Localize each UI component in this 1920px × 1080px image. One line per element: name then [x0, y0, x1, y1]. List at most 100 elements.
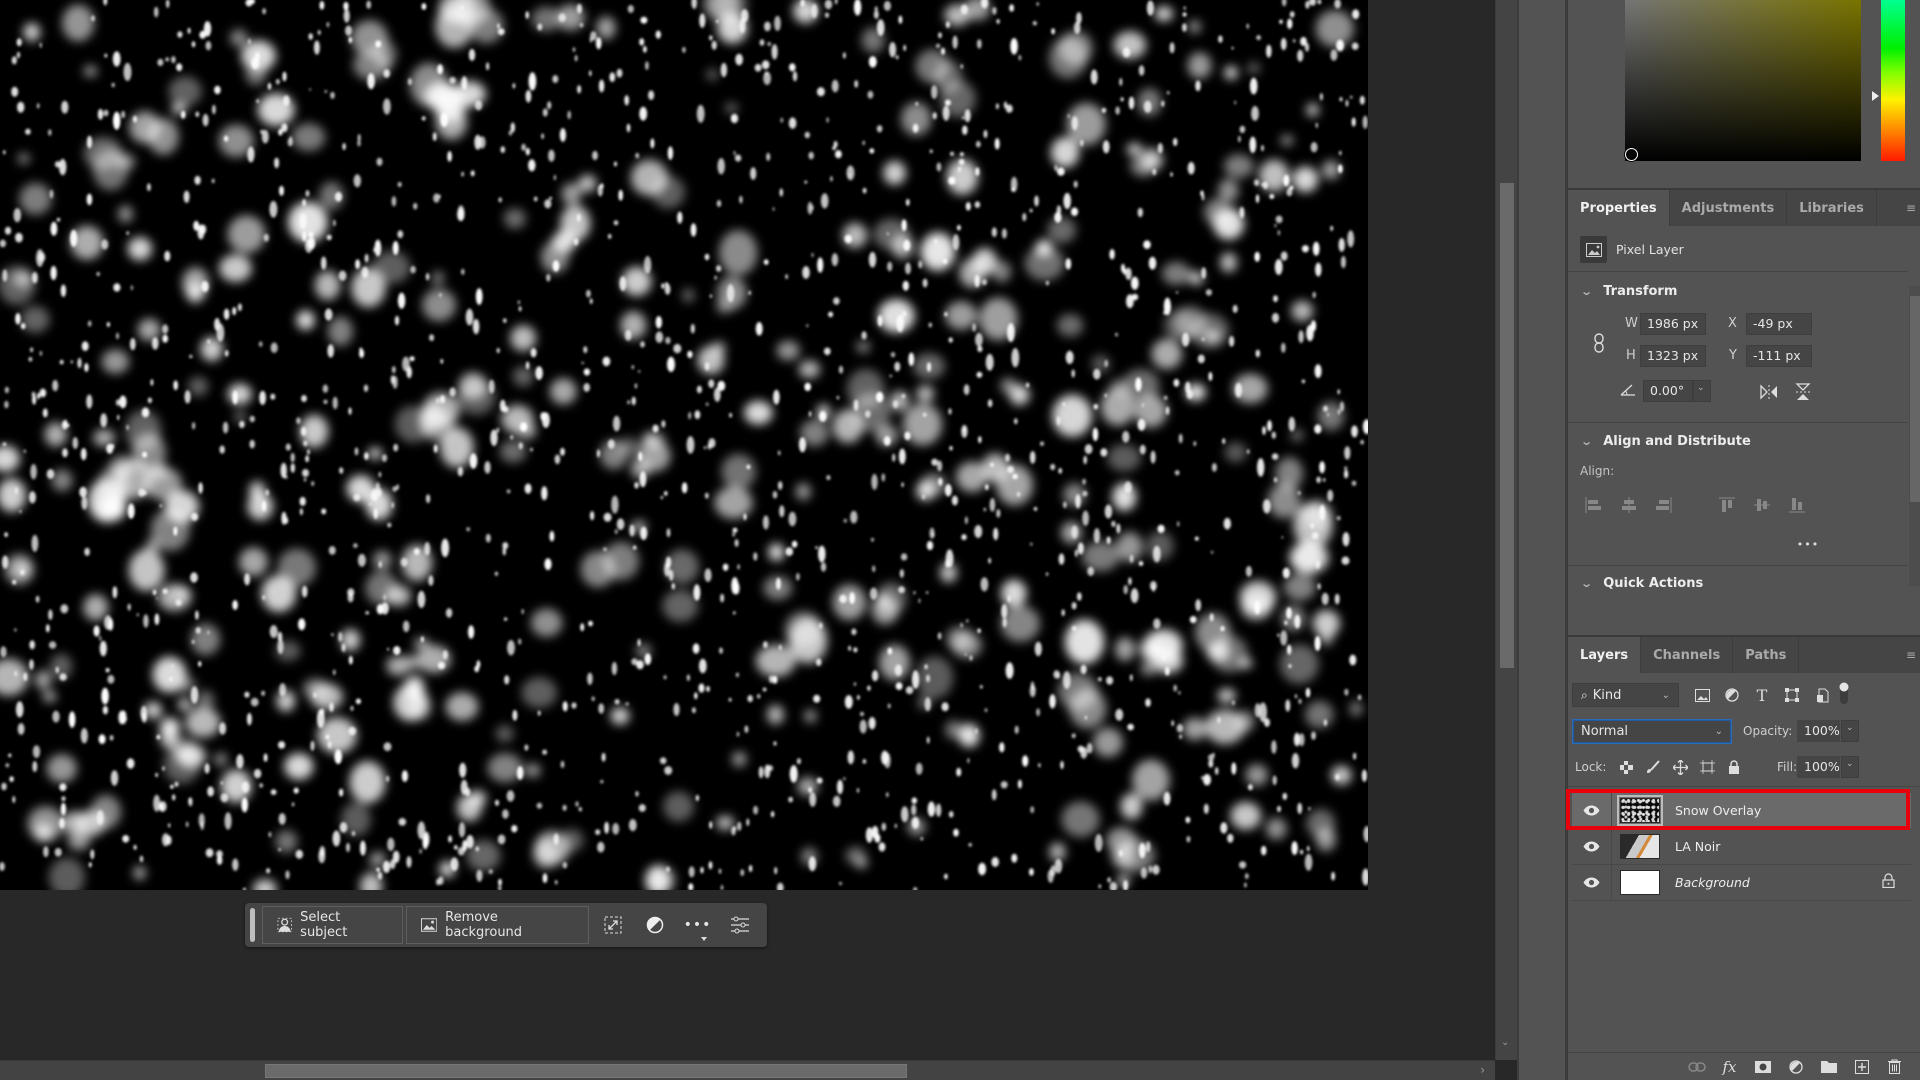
properties-scroll-thumb[interactable] — [1910, 296, 1920, 502]
tab-channels[interactable]: Channels — [1641, 637, 1734, 673]
lock-transparent-pixels-button[interactable] — [1616, 757, 1636, 777]
select-subject-button[interactable]: Select subject — [261, 906, 403, 944]
layer-style-button[interactable]: fx — [1713, 1055, 1746, 1079]
hue-slider-handle[interactable] — [1872, 91, 1879, 101]
snowflake — [162, 833, 170, 847]
snowflake-blurred — [20, 306, 50, 333]
vertical-scroll-thumb[interactable] — [1500, 183, 1514, 668]
snowflake — [1189, 616, 1197, 624]
lock-artboard-button[interactable] — [1697, 757, 1717, 777]
quick-actions-section-header[interactable]: ⌄ Quick Actions — [1580, 576, 1703, 591]
snowflake — [533, 164, 536, 168]
snowflake — [1102, 140, 1110, 154]
layer-filter-kind-dropdown[interactable]: ⌕ Kind ⌄ — [1572, 683, 1679, 707]
tab-libraries[interactable]: Libraries — [1787, 190, 1877, 226]
document-canvas[interactable] — [0, 0, 1368, 890]
snowflake — [497, 834, 506, 845]
properties-scrollbar[interactable] — [1909, 286, 1920, 586]
fill-slider-chevron-icon[interactable]: ⌄ — [1841, 756, 1859, 778]
snowflake — [1045, 280, 1049, 286]
width-field[interactable]: 1986 px — [1640, 313, 1706, 335]
add-mask-button[interactable] — [1746, 1055, 1779, 1079]
snowflake — [696, 104, 705, 123]
align-section-header[interactable]: ⌄ Align and Distribute — [1580, 434, 1751, 449]
align-vertical-centers-button[interactable] — [1751, 494, 1773, 516]
angle-icon — [1620, 384, 1636, 400]
snowflake-blurred — [230, 29, 248, 47]
filter-smart-objects-button[interactable] — [1811, 685, 1833, 705]
layer-name[interactable]: Snow Overlay — [1675, 803, 1761, 818]
task-bar-drag-handle[interactable] — [250, 908, 255, 942]
new-adjustment-layer-button[interactable] — [1779, 1055, 1812, 1079]
snowflake — [162, 334, 168, 343]
tab-properties[interactable]: Properties — [1568, 190, 1670, 226]
layer-name[interactable]: Background — [1675, 875, 1750, 890]
flip-vertical-button[interactable] — [1792, 381, 1814, 403]
layer-row[interactable]: LA Noir — [1572, 829, 1911, 865]
delete-layer-button[interactable] — [1878, 1055, 1911, 1079]
snowflake — [1249, 136, 1257, 153]
align-top-edges-button[interactable] — [1716, 494, 1738, 516]
snowflake — [488, 379, 495, 394]
align-horizontal-centers-button[interactable] — [1618, 494, 1640, 516]
adjustment-button[interactable] — [634, 906, 676, 944]
fill-field[interactable]: 100% — [1797, 756, 1840, 778]
layer-name[interactable]: LA Noir — [1675, 839, 1720, 854]
horizontal-scroll-thumb[interactable] — [265, 1064, 907, 1078]
tab-adjustments[interactable]: Adjustments — [1670, 190, 1788, 226]
hue-slider[interactable] — [1881, 0, 1905, 161]
opacity-slider-chevron-icon[interactable]: ⌄ — [1841, 720, 1859, 742]
link-layers-button[interactable] — [1680, 1055, 1713, 1079]
panel-menu-icon[interactable]: ≡ — [1901, 190, 1920, 226]
new-layer-button[interactable] — [1845, 1055, 1878, 1079]
filter-type-layers-icon[interactable]: T — [1751, 685, 1773, 705]
tab-layers[interactable]: Layers — [1568, 637, 1642, 673]
horizontal-scrollbar[interactable]: › — [0, 1060, 1495, 1080]
visibility-toggle[interactable] — [1572, 829, 1612, 864]
transform-section-header[interactable]: ⌄ Transform — [1580, 284, 1677, 299]
lock-image-pixels-button[interactable] — [1643, 757, 1663, 777]
blend-mode-dropdown[interactable]: Normal ⌄ — [1572, 719, 1732, 744]
visibility-toggle[interactable] — [1572, 865, 1612, 900]
align-bottom-edges-button[interactable] — [1786, 494, 1808, 516]
remove-background-button[interactable]: Remove background — [405, 906, 589, 944]
snowflake — [901, 393, 906, 399]
snowflake — [991, 789, 997, 801]
new-group-button[interactable] — [1812, 1055, 1845, 1079]
panel-menu-icon[interactable]: ≡ — [1901, 637, 1920, 673]
filter-pixel-layers-button[interactable] — [1691, 685, 1713, 705]
lock-icon[interactable] — [1882, 873, 1895, 892]
color-picker-marker[interactable] — [1625, 148, 1638, 161]
visibility-toggle[interactable] — [1572, 793, 1612, 828]
layer-row[interactable]: Snow Overlay — [1572, 793, 1911, 829]
rotation-angle-field[interactable]: 0.00° — [1643, 380, 1693, 402]
saturation-brightness-field[interactable] — [1625, 0, 1861, 161]
snowflake — [1030, 806, 1035, 814]
snowflake — [1282, 567, 1290, 579]
filter-adjustment-layers-button[interactable] — [1721, 685, 1743, 705]
transform-selection-button[interactable] — [592, 906, 634, 944]
align-left-edges-button[interactable] — [1582, 494, 1604, 516]
scroll-right-icon[interactable]: › — [1480, 1063, 1485, 1077]
lock-all-button[interactable] — [1724, 757, 1744, 777]
scroll-down-icon[interactable]: ⌄ — [1501, 1037, 1509, 1048]
opacity-field[interactable]: 100% — [1797, 720, 1840, 742]
filter-toggle-switch[interactable] — [1838, 681, 1850, 707]
snowflake-blurred — [1126, 143, 1143, 156]
flip-horizontal-button[interactable] — [1758, 382, 1780, 402]
angle-dropdown-chevron-icon[interactable]: ⌄ — [1693, 380, 1711, 402]
link-proportions-button[interactable] — [1590, 330, 1608, 356]
y-position-field[interactable]: -111 px — [1746, 345, 1812, 367]
lock-position-button[interactable] — [1670, 757, 1690, 777]
tab-paths[interactable]: Paths — [1733, 637, 1800, 673]
height-field[interactable]: 1323 px — [1640, 345, 1706, 367]
x-position-field[interactable]: -49 px — [1746, 313, 1812, 335]
filter-shape-layers-button[interactable] — [1781, 685, 1803, 705]
layer-row[interactable]: Background — [1572, 865, 1911, 901]
more-align-options-button[interactable]: ••• — [1793, 537, 1823, 551]
align-right-edges-button[interactable] — [1653, 494, 1675, 516]
task-bar-settings-button[interactable] — [719, 906, 761, 944]
more-options-button[interactable]: ••• — [676, 906, 718, 944]
snowflake — [307, 449, 310, 455]
vertical-scrollbar[interactable]: ⌄ — [1495, 0, 1517, 1060]
